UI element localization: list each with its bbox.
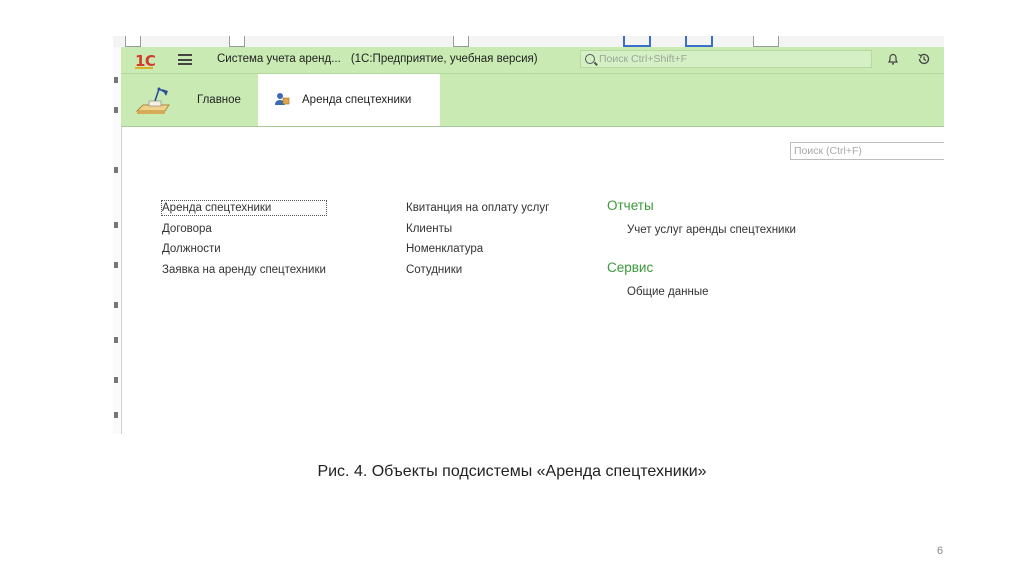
service-group: Сервис Общие данные (607, 260, 708, 306)
nav-link-contracts[interactable]: Договора (162, 222, 326, 236)
nav-link-employees[interactable]: Сотудники (406, 263, 549, 277)
nav-link-rental-services-report[interactable]: Учет услуг аренды спецтехники (627, 223, 796, 237)
bell-icon[interactable] (885, 52, 901, 68)
sections-panel: Главное Аренда спецтехники (121, 74, 944, 127)
content-search-input[interactable] (794, 144, 944, 158)
app-screenshot: 1C Система учета аренд... (1С:Предприятие… (113, 36, 944, 434)
section-main[interactable]: Главное (121, 74, 258, 126)
nav-link-positions[interactable]: Должности (162, 242, 326, 256)
nav-link-common-data[interactable]: Общие данные (627, 285, 708, 299)
nav-link-nomenclature[interactable]: Номенклатура (406, 242, 549, 256)
reports-title: Отчеты (607, 198, 654, 213)
hamburger-menu-icon[interactable] (178, 54, 192, 65)
section-equipment-rental-label: Аренда спецтехники (302, 94, 412, 106)
global-search[interactable] (580, 50, 872, 68)
person-icon (275, 93, 290, 105)
app-title-text: Система учета аренд... (217, 53, 341, 65)
figure-caption: Рис. 4. Объекты подсистемы «Аренда спецт… (317, 463, 707, 480)
desk-lamp-icon (135, 87, 170, 114)
logo-underline (135, 67, 153, 69)
history-icon[interactable] (916, 52, 932, 68)
content-search[interactable] (790, 142, 944, 160)
documents-column: Квитанция на оплату услуг Клиенты Номенк… (406, 201, 549, 284)
platform-title-text: (1С:Предприятие, учебная версия) (350, 53, 538, 65)
window-title: Система учета аренд... (1С:Предприятие, у… (217, 53, 538, 65)
search-icon (585, 54, 595, 64)
page-number: 6 (937, 545, 944, 557)
nav-link-rental-request[interactable]: Заявка на аренду спецтехники (162, 263, 326, 277)
catalogs-column: Аренда спецтехники Договора Должности За… (161, 200, 327, 284)
global-search-input[interactable] (599, 52, 869, 66)
nav-link-clients[interactable]: Клиенты (406, 222, 549, 236)
section-equipment-rental[interactable]: Аренда спецтехники (258, 74, 440, 126)
reports-group: Отчеты Учет услуг аренды спецтехники (607, 198, 796, 244)
section-main-label: Главное (197, 94, 241, 106)
window-title-bar: 1C Система учета аренд... (1С:Предприятие… (121, 47, 944, 74)
nav-link-equipment-rental[interactable]: Аренда спецтехники (161, 200, 327, 216)
nav-link-payment-receipt[interactable]: Квитанция на оплату услуг (406, 201, 549, 215)
service-title: Сервис (607, 260, 654, 275)
